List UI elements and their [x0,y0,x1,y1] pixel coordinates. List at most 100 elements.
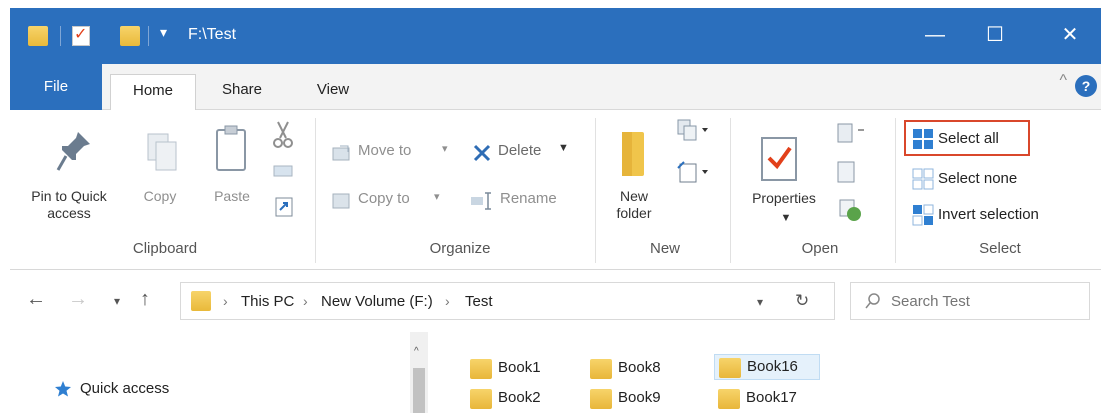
group-divider [895,118,896,263]
navigation-pane: Quick access [10,332,410,413]
tab-home[interactable]: Home [110,74,196,111]
properties-button[interactable]: Properties [738,190,830,207]
invert-selection-icon [912,204,934,231]
close-button[interactable]: ✕ [1050,18,1090,52]
select-none-icon [912,168,934,195]
folder-icon [590,359,612,379]
back-arrow-icon[interactable]: ← [26,288,46,311]
pin-to-quick-access-button[interactable]: Pin to Quick access [10,188,128,222]
file-name: Book17 [746,389,797,406]
clipboard-group-label: Clipboard [132,240,198,257]
address-history-dropdown-icon[interactable]: ▾ [757,295,763,309]
file-name: Book1 [498,359,541,376]
new-folder-button[interactable]: New folder [602,188,666,222]
cut-icon[interactable] [272,120,294,155]
help-icon[interactable]: ? [1075,75,1097,97]
search-icon [865,293,881,314]
folder-app-icon[interactable] [28,26,48,46]
address-bar[interactable]: › This PC › New Volume (F:) › Test ▾ ↻ [180,282,835,320]
paste-shortcut-icon[interactable] [274,196,294,223]
paste-button[interactable]: Paste [206,188,258,205]
properties-dropdown-icon[interactable]: ▼ [776,210,796,227]
folder-icon [718,389,740,409]
folder-icon [470,389,492,409]
new-item-icon[interactable] [674,118,710,153]
search-box[interactable] [850,282,1090,320]
collapse-ribbon-icon[interactable]: ^ [1059,72,1067,90]
pin-icon [56,130,92,179]
list-item[interactable]: Book1 [470,356,570,382]
move-to-icon [332,144,352,167]
tab-view[interactable]: View [300,74,366,110]
copy-path-icon[interactable] [272,162,294,185]
nav-item-quick-access[interactable]: Quick access [80,380,169,397]
quick-access-star-icon [54,380,72,403]
breadcrumb-new-volume[interactable]: New Volume (F:) [321,293,433,310]
copy-button[interactable]: Copy [136,188,184,205]
new-group-label: New [649,240,680,257]
file-name: Book8 [618,359,661,376]
search-input[interactable] [891,289,1071,313]
tab-share[interactable]: Share [206,74,278,110]
properties-qat-icon[interactable]: ✓ [72,26,90,46]
copy-to-icon [332,192,352,215]
ribbon-tab-row: File Home Share View ^ ? [10,64,1101,111]
breadcrumb-separator-icon[interactable]: › [303,293,308,309]
refresh-icon[interactable]: ↻ [795,291,809,311]
easy-access-icon[interactable] [674,158,710,193]
breadcrumb-separator-icon[interactable]: › [445,293,450,309]
rename-button[interactable]: Rename [500,190,557,207]
breadcrumb-separator-icon[interactable]: › [223,293,228,309]
folder-icon [719,358,741,378]
minimize-button[interactable]: — [915,18,955,52]
list-item[interactable]: Book16 [714,354,820,380]
select-group-label: Select [979,240,1021,257]
scroll-thumb[interactable] [413,368,425,413]
delete-dropdown-icon[interactable]: ▼ [558,142,569,154]
file-name: Book2 [498,389,541,406]
scrollbar[interactable]: ^ [410,332,428,413]
scroll-up-icon[interactable]: ^ [414,346,419,357]
list-item[interactable]: Book17 [718,386,818,412]
ribbon-home: Pin to Quick access Copy Paste Clipboard… [10,110,1101,270]
file-name: Book9 [618,389,661,406]
move-to-dropdown-icon[interactable]: ▾ [442,142,448,155]
list-item[interactable]: Book9 [590,386,690,412]
breadcrumb-test[interactable]: Test [465,293,493,310]
title-bar[interactable]: ✓ ▾ F:\Test — ☐ ✕ [10,8,1101,64]
delete-button[interactable]: Delete [498,142,541,159]
qat-divider [60,26,61,46]
recent-locations-icon[interactable]: ▾ [114,294,120,308]
qat-divider-2 [148,26,149,46]
delete-icon [472,144,492,167]
invert-selection-button[interactable]: Invert selection [938,206,1039,223]
select-none-button[interactable]: Select none [938,170,1017,187]
copy-to-button[interactable]: Copy to [358,190,410,207]
forward-arrow-icon[interactable]: → [68,288,88,311]
organize-group-label: Organize [429,240,491,257]
properties-icon [760,136,798,187]
rename-icon [470,192,496,215]
breadcrumb-this-pc[interactable]: This PC [241,293,294,310]
history-icon[interactable] [838,198,862,227]
address-row: ← → ▾ ↑ › This PC › New Volume (F:) › Te… [10,270,1101,332]
file-name: Book16 [747,358,798,375]
folder-icon [470,359,492,379]
copy-to-dropdown-icon[interactable]: ▾ [434,190,440,203]
group-divider [595,118,596,263]
select-all-button[interactable]: Select all [938,130,999,147]
new-folder-qat-icon[interactable] [120,26,140,46]
customize-qat-dropdown-icon[interactable]: ▾ [160,24,167,41]
list-item[interactable]: Book2 [470,386,570,412]
edit-icon[interactable] [836,160,858,189]
content-area: Quick access ^ Book1 Book2 Book8 Book9 B… [10,332,1101,413]
open-group-label: Open [801,240,839,257]
list-item[interactable]: Book8 [590,356,690,382]
paste-icon [215,124,247,179]
maximize-button[interactable]: ☐ [975,18,1015,52]
open-icon[interactable] [836,120,866,151]
new-folder-icon [620,130,646,183]
move-to-button[interactable]: Move to [358,142,411,159]
tab-file[interactable]: File [10,64,102,110]
up-arrow-icon[interactable]: ↑ [140,288,150,311]
